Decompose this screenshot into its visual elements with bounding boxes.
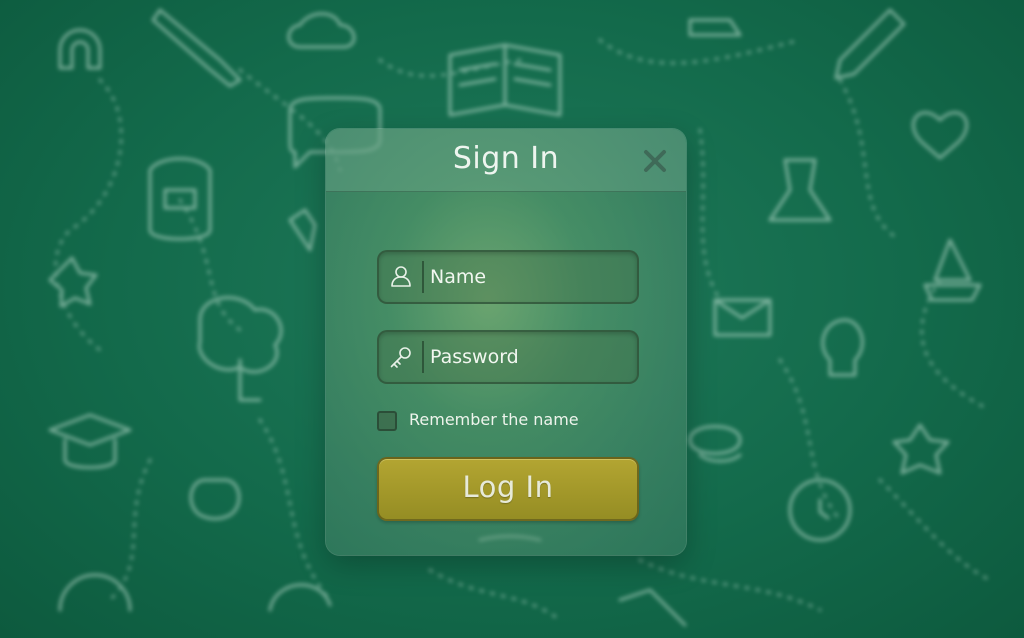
- remember-checkbox[interactable]: [377, 411, 397, 431]
- dialog-title: Sign In: [452, 141, 560, 176]
- name-field[interactable]: [377, 250, 639, 304]
- field-divider: [422, 341, 424, 373]
- password-field[interactable]: [377, 330, 639, 384]
- password-input[interactable]: [430, 341, 625, 373]
- field-divider: [422, 261, 424, 293]
- sign-in-dialog: Sign In Name Remember the name Log In: [326, 129, 686, 555]
- close-icon: [644, 150, 666, 172]
- dialog-header: Sign In: [326, 129, 686, 192]
- name-input[interactable]: [430, 261, 625, 293]
- login-screen: Sign In Name Remember the name Log In: [0, 0, 1024, 638]
- close-button[interactable]: [642, 148, 668, 174]
- login-button[interactable]: Log In: [377, 457, 639, 521]
- remember-label: Remember the name: [409, 410, 579, 429]
- user-icon: [387, 263, 415, 291]
- remember-name-option: Remember the name: [377, 410, 637, 432]
- key-icon: [387, 343, 415, 371]
- login-button-label: Log In: [462, 470, 554, 504]
